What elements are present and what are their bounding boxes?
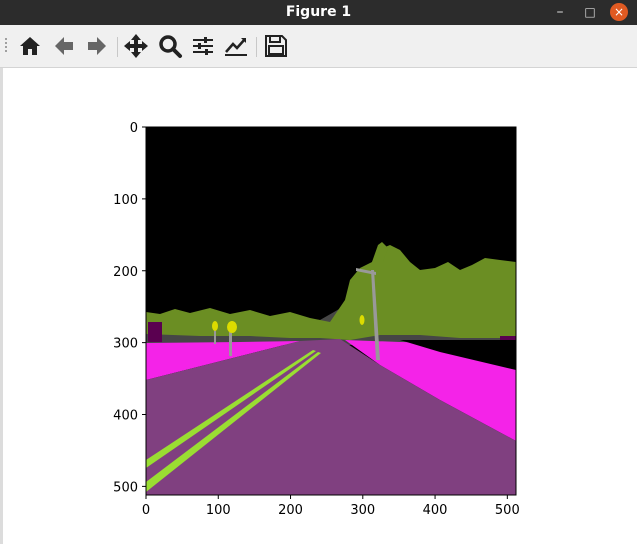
y-tick-label: 500 bbox=[113, 480, 138, 495]
navigation-toolbar bbox=[0, 25, 637, 68]
x-tick-label: 300 bbox=[350, 503, 375, 518]
x-axis: 0 100 200 300 400 500 bbox=[142, 495, 520, 518]
traffic-sign bbox=[212, 321, 218, 331]
y-tick-label: 100 bbox=[113, 193, 138, 208]
edit-axis-chart-icon bbox=[225, 38, 247, 56]
x-tick-label: 100 bbox=[206, 503, 231, 518]
toolbar-separator bbox=[117, 37, 118, 57]
minimize-button[interactable]: – bbox=[550, 2, 570, 22]
subplots-sliders-icon bbox=[193, 37, 213, 55]
pan-button[interactable] bbox=[123, 33, 149, 59]
forward-button[interactable] bbox=[84, 33, 110, 59]
forward-arrow-icon bbox=[88, 37, 106, 55]
axes: 0 100 200 300 400 500 0 100 200 300 400 500 bbox=[113, 121, 520, 518]
home-icon bbox=[20, 37, 40, 55]
back-button[interactable] bbox=[51, 33, 77, 59]
segmentation-image bbox=[146, 127, 516, 495]
save-button[interactable] bbox=[263, 33, 289, 59]
save-floppy-icon bbox=[265, 35, 287, 57]
window-title: Figure 1 bbox=[285, 4, 352, 20]
subplots-button[interactable] bbox=[190, 33, 216, 59]
customize-button[interactable] bbox=[223, 33, 249, 59]
back-arrow-icon bbox=[55, 37, 73, 55]
window-titlebar: Figure 1 – □ × bbox=[0, 0, 637, 25]
x-tick-label: 400 bbox=[423, 503, 448, 518]
pan-move-icon bbox=[124, 34, 148, 58]
x-tick-label: 0 bbox=[142, 503, 150, 518]
maximize-button[interactable]: □ bbox=[580, 2, 600, 22]
pole-region bbox=[214, 330, 216, 344]
close-button[interactable]: × bbox=[610, 3, 628, 21]
fence-region bbox=[148, 322, 162, 342]
zoom-button[interactable] bbox=[157, 33, 183, 59]
x-tick-label: 500 bbox=[495, 503, 520, 518]
traffic-sign bbox=[359, 315, 365, 325]
toolbar-grip[interactable] bbox=[4, 38, 10, 56]
pole-region bbox=[229, 330, 232, 356]
y-tick-label: 300 bbox=[113, 337, 138, 352]
y-axis: 0 100 200 300 400 500 bbox=[113, 121, 146, 495]
zoom-magnifier-icon bbox=[159, 35, 182, 58]
y-tick-label: 200 bbox=[113, 265, 138, 280]
toolbar-separator bbox=[256, 37, 257, 57]
y-tick-label: 0 bbox=[130, 121, 138, 136]
home-button[interactable] bbox=[17, 33, 43, 59]
x-tick-label: 200 bbox=[278, 503, 303, 518]
y-tick-label: 400 bbox=[113, 409, 138, 424]
traffic-sign bbox=[227, 321, 237, 333]
